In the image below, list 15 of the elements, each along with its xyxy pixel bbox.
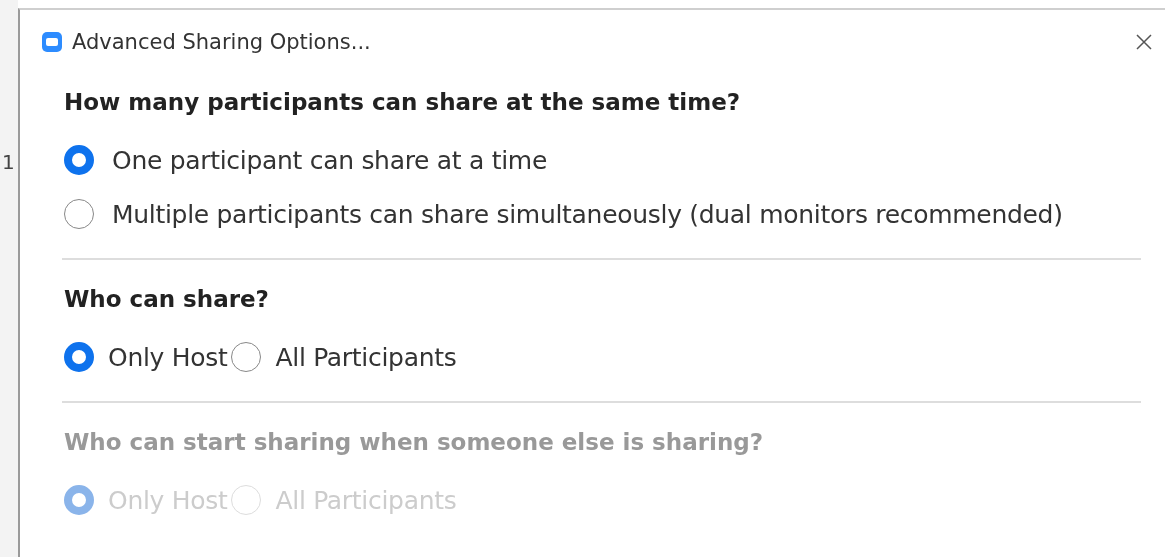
app-icon [42,32,62,52]
radio-button[interactable] [231,342,262,372]
window-title: Advanced Sharing Options... [72,30,372,54]
radio-button[interactable] [64,145,94,175]
radio-label[interactable]: Multiple participants can share simultaneously (dual monitors recommended) [112,199,1063,229]
radio-label[interactable]: Only Host [108,342,228,372]
section-heading: Who can share? [64,285,270,314]
section-heading: How many participants can share at the same time? [64,88,742,117]
close-icon[interactable] [1135,33,1153,51]
radio-button[interactable] [64,199,94,229]
radio-label[interactable]: All Participants [275,342,457,372]
background-text: 1 [2,150,16,174]
radio-label[interactable]: One participant can share at a time [112,145,547,175]
radio-button[interactable] [64,342,94,372]
section-heading: Who can start sharing when someone else is sharing? [64,428,765,457]
